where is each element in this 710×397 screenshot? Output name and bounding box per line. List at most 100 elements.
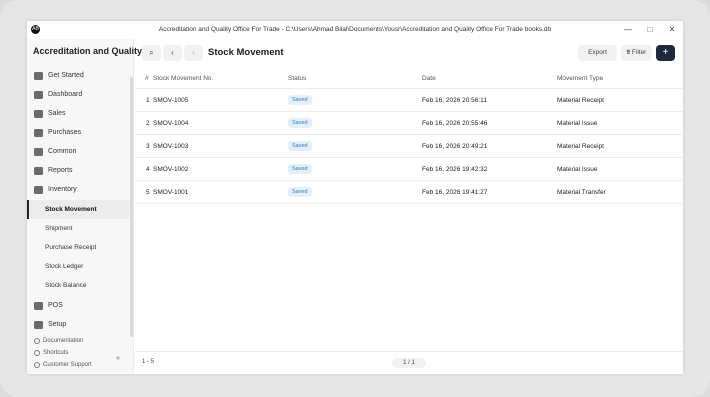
filter-button[interactable]: ⩩ Filter: [621, 45, 652, 61]
sidebar-item-label: Sales: [48, 110, 66, 117]
shortcuts-link[interactable]: Shortcuts: [34, 350, 68, 356]
row-status: Saved: [288, 135, 312, 157]
sidebar-scrollbar[interactable]: [130, 77, 133, 337]
row-status: Saved: [288, 181, 312, 203]
search-icon[interactable]: ⌕: [142, 45, 161, 61]
sidebar-item-label: Purchases: [48, 129, 82, 136]
rocket-icon: [34, 71, 43, 80]
table-row[interactable]: 1 SMOV-1005 Saved Feb 16, 2026 20:56:11 …: [135, 89, 683, 112]
column-header-index: #: [145, 75, 149, 82]
support-label: Customer Support: [43, 362, 92, 368]
row-index: 3: [146, 142, 150, 150]
page-title: Stock Movement: [208, 47, 284, 58]
sidebar-item-stock-balance[interactable]: Stock Balance: [27, 276, 129, 295]
sidebar-item-label: Common: [48, 148, 77, 155]
page-indicator[interactable]: 1 / 1: [392, 358, 426, 368]
sidebar-item-get-started[interactable]: Get Started: [27, 66, 129, 85]
documentation-link[interactable]: Documentation: [34, 338, 83, 344]
table-row[interactable]: 2 SMOV-1004 Saved Feb 16, 2026 20:55:46 …: [135, 112, 683, 135]
table-header: # Stock Movement No. Status Date Movemen…: [135, 69, 683, 89]
sidebar-item-label: Stock Movement: [45, 206, 97, 213]
table-row[interactable]: 5 SMOV-1001 Saved Feb 16, 2026 19:41:27 …: [135, 181, 683, 204]
close-icon[interactable]: ✕: [664, 23, 680, 37]
record-count: 1 - 5: [142, 359, 155, 365]
sidebar-item-shipment[interactable]: Shipment: [27, 219, 129, 238]
row-type: Material Receipt: [557, 96, 604, 104]
table-row[interactable]: 3 SMOV-1003 Saved Feb 16, 2026 20:49:21 …: [135, 135, 683, 158]
row-type: Material Issue: [557, 119, 598, 127]
app-window: AB Accreditation and Quality Office For …: [27, 21, 683, 374]
row-number: SMOV-1005: [153, 96, 189, 104]
back-icon[interactable]: ‹: [163, 45, 182, 61]
status-badge: Saved: [288, 118, 312, 128]
sidebar-item-label: Setup: [48, 321, 67, 328]
row-status: Saved: [288, 112, 312, 134]
row-date: Feb 16, 2026 19:41:27: [422, 188, 488, 196]
row-index: 5: [146, 188, 150, 196]
forward-icon[interactable]: ›: [184, 45, 203, 61]
sidebar-item-label: Get Started: [48, 72, 84, 79]
row-type: Material Receipt: [557, 142, 604, 150]
common-icon: [34, 147, 43, 156]
row-number: SMOV-1001: [153, 188, 189, 196]
column-header-date[interactable]: Date: [422, 69, 436, 88]
status-badge: Saved: [288, 164, 312, 174]
row-status: Saved: [288, 89, 312, 111]
sidebar-item-pos[interactable]: POS: [27, 296, 129, 315]
title-bar: AB Accreditation and Quality Office For …: [27, 21, 683, 39]
minimize-icon[interactable]: —: [620, 23, 636, 37]
maximize-icon[interactable]: □: [642, 23, 658, 37]
row-date: Feb 16, 2026 20:49:21: [422, 142, 488, 150]
setup-icon: [34, 320, 43, 329]
sidebar-item-label: Purchase Receipt: [45, 244, 97, 251]
row-number: SMOV-1004: [153, 119, 189, 127]
sidebar-item-label: Reports: [48, 167, 73, 174]
row-status: Saved: [288, 158, 312, 180]
help-icon: [34, 338, 40, 344]
column-header-status[interactable]: Status: [288, 69, 306, 88]
sidebar-item-label: Stock Balance: [45, 282, 87, 289]
column-header-number[interactable]: Stock Movement No.: [153, 69, 213, 88]
command-icon: [34, 350, 40, 356]
sales-icon: [34, 109, 43, 118]
pos-icon: [34, 301, 43, 310]
row-date: Feb 16, 2026 19:42:32: [422, 165, 488, 173]
sidebar-item-stock-movement[interactable]: Stock Movement: [27, 200, 129, 219]
row-index: 1: [146, 96, 150, 104]
sidebar-item-label: Shipment: [45, 225, 73, 232]
sidebar-item-common[interactable]: Common: [27, 142, 129, 161]
sidebar-item-purchases[interactable]: Purchases: [27, 123, 129, 142]
row-date: Feb 16, 2026 20:55:46: [422, 119, 488, 127]
sidebar: Accreditation and Quality Get Started Da…: [27, 39, 142, 374]
sidebar-item-setup[interactable]: Setup: [27, 315, 129, 334]
status-badge: Saved: [288, 187, 312, 197]
row-type: Material Issue: [557, 165, 598, 173]
sidebar-item-sales[interactable]: Sales: [27, 104, 129, 123]
sidebar-item-inventory[interactable]: Inventory: [27, 180, 129, 199]
purchases-icon: [34, 128, 43, 137]
inventory-icon: [34, 185, 43, 194]
status-badge: Saved: [288, 95, 312, 105]
status-badge: Saved: [288, 141, 312, 151]
sidebar-item-stock-ledger[interactable]: Stock Ledger: [27, 257, 129, 276]
sidebar-item-label: Stock Ledger: [45, 263, 84, 270]
add-button[interactable]: +: [656, 45, 675, 61]
screenshot-frame: AB Accreditation and Quality Office For …: [0, 0, 710, 397]
shortcuts-label: Shortcuts: [43, 350, 69, 356]
row-number: SMOV-1003: [153, 142, 189, 150]
sidebar-item-reports[interactable]: Reports: [27, 161, 129, 180]
support-link[interactable]: Customer Support: [34, 362, 92, 368]
table-row[interactable]: 4 SMOV-1002 Saved Feb 16, 2026 19:42:32 …: [135, 158, 683, 181]
row-index: 2: [146, 119, 150, 127]
sidebar-item-purchase-receipt[interactable]: Purchase Receipt: [27, 238, 129, 257]
sidebar-item-dashboard[interactable]: Dashboard: [27, 85, 129, 104]
collapse-sidebar-icon[interactable]: «: [116, 355, 120, 362]
reports-icon: [34, 166, 43, 175]
row-index: 4: [146, 165, 150, 173]
column-header-movement-type[interactable]: Movement Type: [557, 69, 603, 88]
company-name[interactable]: Accreditation and Quality: [33, 46, 142, 56]
sidebar-item-label: Dashboard: [48, 91, 83, 98]
export-button[interactable]: Export: [578, 45, 617, 61]
documentation-label: Documentation: [43, 338, 84, 344]
row-date: Feb 16, 2026 20:56:11: [422, 96, 487, 104]
